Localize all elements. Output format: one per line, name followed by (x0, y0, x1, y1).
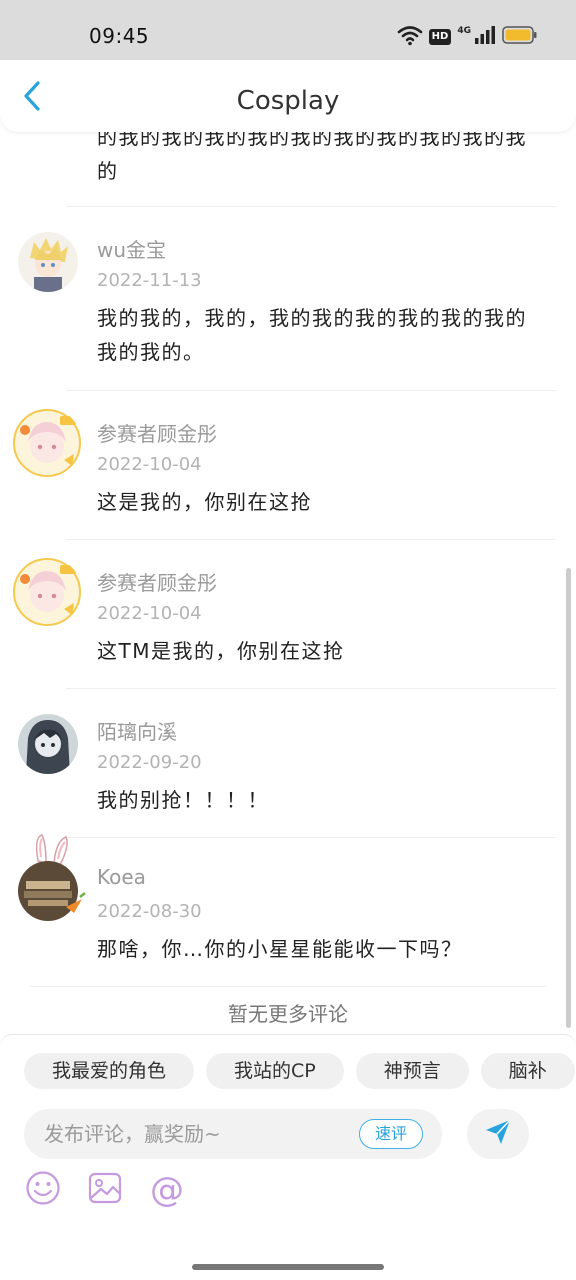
comment-text: 那啥，你…你的小星星能能收一下吗？ (97, 937, 463, 961)
comment-author[interactable]: wu金宝 (97, 234, 166, 263)
send-button[interactable] (467, 1109, 529, 1159)
status-time: 09:45 (89, 24, 150, 48)
scrollbar[interactable] (566, 568, 571, 1028)
tag-chip[interactable]: 我站的CP (206, 1053, 344, 1089)
quick-tag-row[interactable]: 我最爱的角色 我站的CP 神预言 脑补 (24, 1053, 576, 1091)
avatar[interactable] (18, 714, 78, 774)
signal-icon (474, 25, 496, 49)
comment-text: 的我的我的我的我的我的我的我的我的我的我的 (97, 132, 527, 183)
comment-author[interactable]: Koea (97, 865, 146, 889)
tag-chip[interactable]: 脑补 (480, 1053, 575, 1089)
divider (66, 688, 556, 689)
comment-text: 这是我的，你别在这抢 (97, 490, 312, 514)
mention-button[interactable]: @ (148, 1171, 186, 1209)
divider (66, 390, 556, 391)
image-button[interactable] (86, 1171, 124, 1209)
network-label: 4G (457, 26, 471, 36)
at-icon: @ (150, 1170, 184, 1210)
comment-date: 2022-10-04 (97, 603, 202, 624)
page-title: Cosplay (236, 86, 340, 116)
comment-text: 我的别抢！！！！ (97, 788, 269, 812)
emoji-button[interactable] (24, 1171, 62, 1209)
avatar[interactable] (12, 557, 82, 627)
comment-date: 2022-10-04 (97, 454, 202, 475)
hd-badge: HD (428, 29, 452, 45)
comment-text: 我的我的，我的，我的我的我的我的我的我的我的我的。 (97, 306, 527, 364)
quick-comment-button[interactable]: 速评 (359, 1119, 423, 1149)
status-bar: 09:45 HD 4G (0, 0, 576, 60)
comment-composer: 我最爱的角色我站的CP 神预言脑补 速评 (0, 1034, 576, 1254)
send-icon (484, 1118, 512, 1150)
tag-chip[interactable]: 神预言 (355, 1053, 469, 1089)
no-more-comments: 暂无更多评论 (228, 1002, 348, 1026)
status-icons: HD 4G (397, 24, 538, 50)
divider (66, 837, 556, 838)
tag-chip[interactable]: 我最爱的角色 (24, 1053, 195, 1089)
image-icon (87, 1170, 123, 1210)
comment-author[interactable]: 陌璃向溪 (97, 716, 177, 745)
avatar[interactable] (12, 408, 82, 478)
divider (66, 539, 556, 540)
comment-date: 2022-11-13 (97, 270, 202, 291)
avatar[interactable] (14, 833, 86, 925)
app-header: Cosplay (0, 60, 576, 132)
composer-tools: @ (24, 1171, 186, 1211)
comment-input-wrap[interactable]: 速评 (24, 1109, 442, 1159)
avatar[interactable] (18, 232, 78, 292)
comment-date: 2022-08-30 (97, 901, 202, 922)
comment-author[interactable]: 参赛者顾金彤 (97, 567, 217, 596)
comment-input[interactable] (44, 1109, 344, 1159)
emoji-icon (25, 1170, 61, 1210)
divider (66, 206, 556, 207)
comment-author[interactable]: 参赛者顾金彤 (97, 418, 217, 447)
divider (30, 986, 546, 987)
comment-date: 2022-09-20 (97, 752, 202, 773)
home-indicator[interactable] (192, 1264, 384, 1270)
battery-icon (502, 26, 538, 48)
comment-text: 这TM是我的，你别在这抢 (97, 639, 345, 663)
comment-list[interactable]: 的我的我的我的我的我的我的我的我的我的我的 wu金宝 2022-11-13 我的… (0, 132, 576, 1032)
wifi-icon (397, 24, 423, 50)
